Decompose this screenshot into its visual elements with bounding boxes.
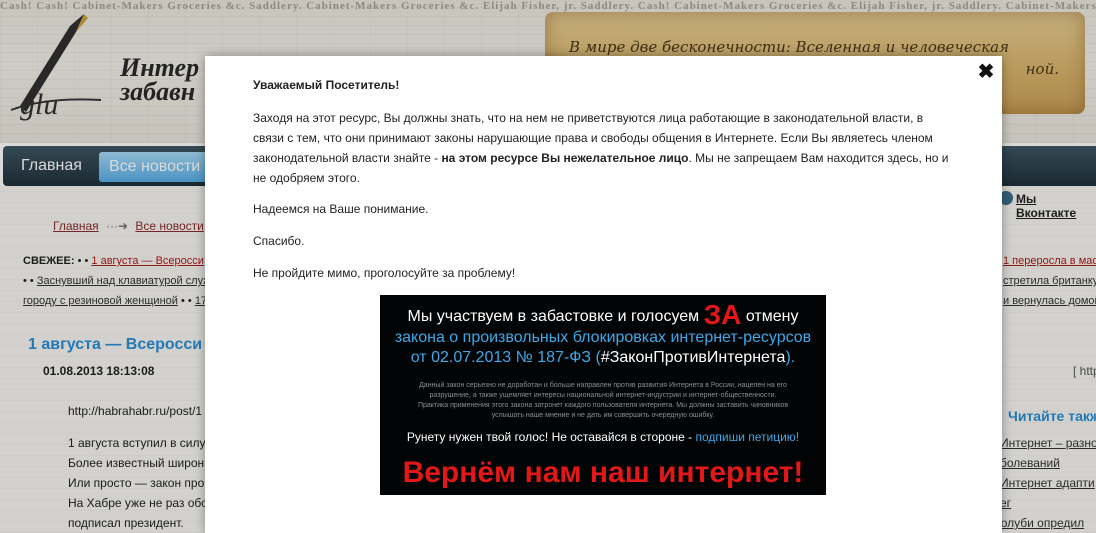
banner-line-1-b: отмену: [745, 308, 799, 325]
banner-slogan: Вернём нам наш интернет!: [402, 456, 804, 489]
banner-hashtag: #ЗаконПротивИнтернета: [600, 349, 786, 366]
close-icon[interactable]: ✖: [977, 62, 995, 82]
petition-banner[interactable]: Мы участвуем в забастовке и голосуем ЗА …: [380, 295, 826, 495]
banner-line-5-a: Рунету нужен твой голос! Не оставайся в …: [406, 430, 693, 444]
banner-small-text: Данный закон серьезно не доработан и бол…: [417, 382, 789, 419]
banner-line-2: закона о произвольных блокировках интерн…: [394, 329, 812, 346]
petition-link[interactable]: подпиши петицию!: [695, 430, 799, 444]
modal-paragraph-4: Не пройдите мимо, проголосуйте за пробле…: [253, 266, 516, 280]
banner-line-3-a: от 02.07.2013 № 187-ФЗ (: [410, 349, 601, 366]
modal-paragraph-1: Заходя на этот ресурс, Вы должны знать, …: [253, 108, 953, 188]
modal-paragraph-2: Надеемся на Ваше понимание.: [253, 202, 429, 216]
notice-modal: ✖ Уважаемый Посетитель! Заходя на этот р…: [205, 56, 1002, 533]
banner-line-3-b: ).: [785, 349, 796, 366]
banner-za: ЗА: [703, 299, 742, 330]
banner-line-1-a: Мы участвуем в забастовке и голосуем: [407, 308, 700, 325]
banner-line-1: Мы участвуем в забастовке и голосуем ЗА …: [380, 301, 826, 329]
banner-line-3: от 02.07.2013 № 187-ФЗ (#ЗаконПротивИнте…: [380, 348, 826, 368]
modal-greeting: Уважаемый Посетитель!: [253, 78, 400, 92]
banner-line-5: Рунету нужен твой голос! Не оставайся в …: [380, 430, 826, 444]
modal-paragraph-1-bold: на этом ресурсе Вы нежелательное лицо: [441, 151, 689, 165]
modal-paragraph-3: Спасибо.: [253, 234, 305, 248]
